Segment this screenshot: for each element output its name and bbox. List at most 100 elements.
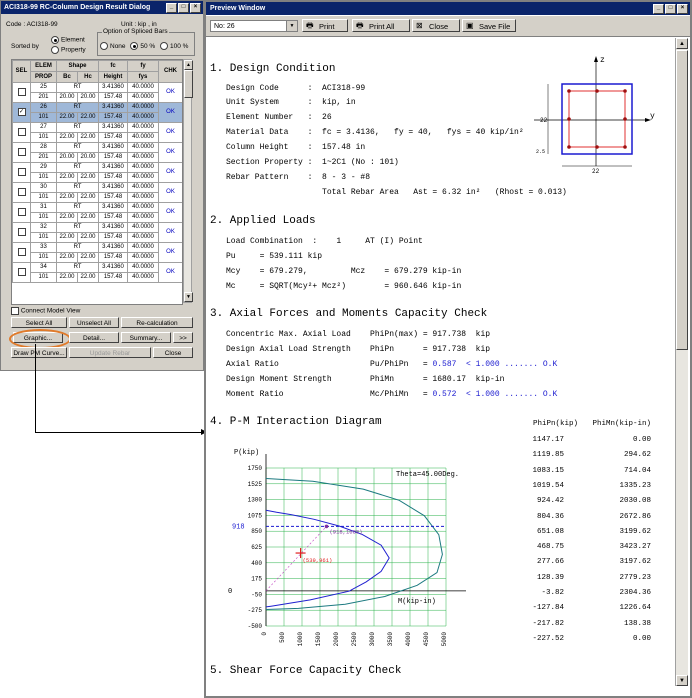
select-cell[interactable]: ✓ — [12, 102, 31, 123]
table-row[interactable]: 25 RT 3.41360 40.0000 OK — [12, 82, 182, 103]
checkbox-icon[interactable] — [17, 147, 26, 156]
draw-pm-curve-button[interactable]: Draw PM Curve... — [11, 347, 67, 358]
splice-none-label: None — [110, 42, 126, 50]
minimize-icon[interactable]: _ — [653, 4, 664, 14]
table-row[interactable]: 101 22.00 22.00 157.48 40.0000 — [13, 132, 183, 143]
checkbox-icon[interactable] — [17, 187, 26, 196]
table-row[interactable]: 27 RT 3.41360 40.0000 OK — [12, 122, 182, 143]
preview-titlebar[interactable]: Preview Window _ □ × — [206, 2, 690, 15]
checkbox-icon[interactable] — [17, 227, 26, 236]
element-select[interactable]: No: 26 ▼ — [210, 20, 298, 32]
table-row[interactable]: 31 RT 3.41360 40.0000 OK — [12, 202, 182, 223]
checkbox-icon[interactable] — [17, 87, 26, 96]
checkbox-icon[interactable]: ✓ — [17, 107, 26, 116]
table-row[interactable]: 34 RT 3.41360 40.0000 OK — [12, 262, 182, 283]
table-row[interactable]: 32 RT 3.41360 40.0000 OK — [12, 222, 182, 243]
chk-cell: OK — [158, 222, 182, 243]
scroll-up-icon[interactable]: ▲ — [676, 38, 688, 49]
elem-cell: 33 — [30, 242, 57, 253]
s1-line: Unit System : kip, in — [226, 98, 356, 107]
table-row: 924.42 2030.08 — [504, 497, 654, 509]
checkbox-icon[interactable] — [17, 247, 26, 256]
scroll-down-icon[interactable]: ▼ — [676, 675, 688, 686]
preview-close-button[interactable]: ⊠ Close — [412, 19, 460, 32]
dialog-titlebar[interactable]: ACI318-99 RC-Column Design Result Dialog… — [1, 1, 203, 14]
table-row[interactable]: 101 22.00 22.00 157.48 40.0000 — [13, 212, 183, 223]
sort-element-radio[interactable]: Element — [51, 36, 85, 44]
bc-cell: 20.00 — [56, 152, 78, 163]
maximize-icon[interactable]: □ — [665, 4, 676, 14]
select-cell[interactable] — [12, 122, 31, 143]
sort-property-radio[interactable]: Property — [51, 46, 86, 54]
grid-scrollbar[interactable]: ▲ ▼ — [183, 59, 193, 303]
select-cell[interactable] — [12, 142, 31, 163]
select-cell[interactable] — [12, 82, 31, 103]
fy-cell: 40.0000 — [127, 122, 160, 133]
print-all-button[interactable]: 🖶 Print All — [352, 19, 410, 32]
select-cell[interactable] — [12, 162, 31, 183]
checkbox-icon[interactable] — [17, 127, 26, 136]
dialog-close-button[interactable]: Close — [153, 347, 193, 358]
table-row[interactable]: ✓ 26 RT 3.41360 40.0000 OK — [12, 102, 182, 123]
table-row[interactable]: 29 RT 3.41360 40.0000 OK — [12, 162, 182, 183]
shape-cell: RT — [55, 262, 100, 273]
splice-50-radio[interactable]: 50 % — [130, 42, 155, 50]
fys-cell: 40.0000 — [127, 212, 160, 223]
table-row[interactable]: 101 22.00 22.00 157.48 40.0000 — [13, 252, 183, 263]
select-cell[interactable] — [12, 242, 31, 263]
table-row[interactable]: 30 RT 3.41360 40.0000 OK — [12, 182, 182, 203]
height-cell: 157.48 — [98, 192, 129, 203]
scroll-down-icon[interactable]: ▼ — [184, 292, 193, 302]
close-icon[interactable]: × — [677, 4, 688, 14]
select-cell[interactable] — [12, 222, 31, 243]
recalculation-button[interactable]: Re-calculation — [121, 317, 193, 328]
phimn-value: 1226.64 — [619, 604, 651, 613]
connect-model-view-label: Connect Model View — [20, 307, 81, 315]
select-all-button[interactable]: Select All — [11, 317, 67, 328]
table-row[interactable]: 101 22.00 22.00 157.48 40.0000 — [13, 272, 183, 283]
scroll-thumb[interactable] — [184, 70, 193, 98]
checkbox-icon[interactable] — [17, 267, 26, 276]
checkbox-icon[interactable] — [17, 207, 26, 216]
select-cell[interactable] — [12, 262, 31, 283]
chevron-down-icon[interactable]: ▼ — [286, 21, 297, 31]
detail-button[interactable]: Detail... — [69, 332, 119, 343]
section-2-heading: 2. Applied Loads — [210, 215, 316, 227]
table-row[interactable]: 101 22.00 22.00 157.48 40.0000 — [13, 112, 183, 123]
save-file-button[interactable]: ▣ Save File — [462, 19, 516, 32]
select-cell[interactable] — [12, 182, 31, 203]
table-row: 1019.54 1335.23 — [504, 482, 654, 494]
s1-line: Total Rebar Area Ast = 6.32 in² (Rhost =… — [226, 188, 567, 197]
checkbox-icon[interactable] — [17, 167, 26, 176]
splice-none-radio[interactable]: None — [100, 42, 126, 50]
s2-line: Mc = SQRT(Mcy²+ Mcz²) = 960.646 kip-in — [226, 282, 462, 291]
col-height: Height — [98, 71, 129, 83]
table-row[interactable]: 101 22.00 22.00 157.48 40.0000 — [13, 192, 183, 203]
maximize-icon[interactable]: □ — [178, 3, 189, 13]
table-row[interactable]: 201 20.00 20.00 157.48 40.0000 — [13, 152, 183, 163]
table-row[interactable]: 33 RT 3.41360 40.0000 OK — [12, 242, 182, 263]
connect-model-view-checkbox[interactable]: Connect Model View — [11, 307, 80, 315]
unselect-all-button[interactable]: Unselect All — [69, 317, 119, 328]
minimize-icon[interactable]: _ — [166, 3, 177, 13]
table-row[interactable]: 201 20.00 20.00 157.48 40.0000 — [13, 92, 183, 103]
update-rebar-button[interactable]: Update Rebar — [69, 347, 151, 358]
print-button[interactable]: 🖶 Print — [302, 19, 348, 32]
table-row[interactable]: 28 RT 3.41360 40.0000 OK — [12, 142, 182, 163]
close-icon[interactable]: × — [190, 3, 201, 13]
highlight-ring — [9, 329, 71, 349]
table-row[interactable]: 101 22.00 22.00 157.48 40.0000 — [13, 172, 183, 183]
prop-cell: 101 — [30, 192, 57, 203]
result-grid[interactable]: SEL ELEM Shape fc fy CHK PROP Bc Hc Heig… — [11, 59, 183, 305]
scroll-up-icon[interactable]: ▲ — [184, 60, 193, 70]
summary-button[interactable]: Summary... — [121, 332, 171, 343]
fys-cell: 40.0000 — [127, 112, 160, 123]
preview-toolbar: No: 26 ▼ 🖶 Print 🖶 Print All ⊠ Close ▣ Save F… — [206, 16, 690, 37]
splice-100-radio[interactable]: 100 % — [160, 42, 188, 50]
table-row[interactable]: 101 22.00 22.00 157.48 40.0000 — [13, 232, 183, 243]
select-cell[interactable] — [12, 202, 31, 223]
scroll-thumb[interactable] — [676, 50, 688, 350]
more-button[interactable]: >> — [173, 332, 193, 343]
preview-scrollbar[interactable]: ▲ ▼ — [675, 38, 688, 686]
prop-cell: 101 — [30, 172, 57, 183]
